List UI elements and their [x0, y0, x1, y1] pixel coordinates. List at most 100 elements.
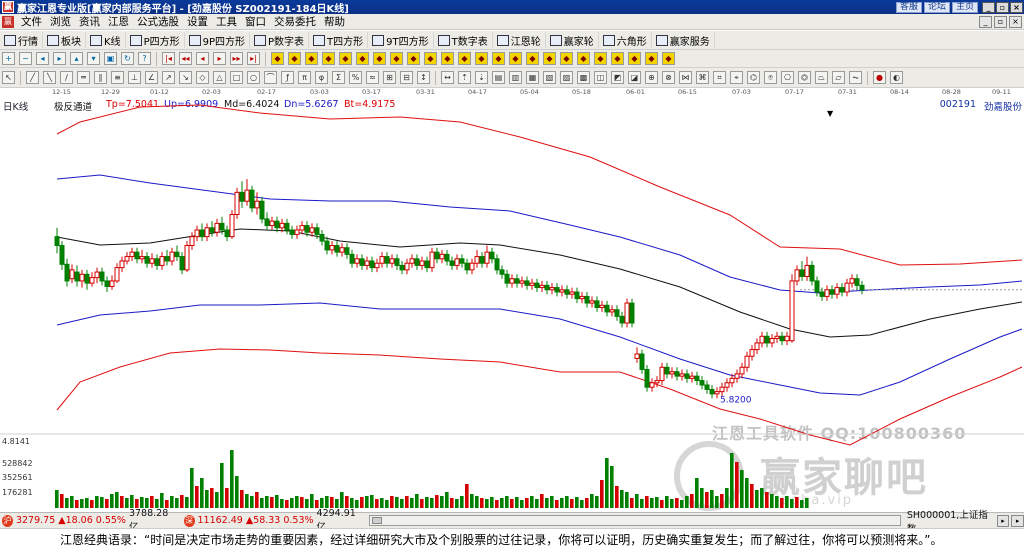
line-tool-icon[interactable]: ╱	[26, 71, 39, 84]
fit-icon[interactable]: ▣	[104, 52, 117, 65]
diamond-icon[interactable]: ◆	[305, 52, 318, 65]
diamond-icon[interactable]: ◆	[271, 52, 284, 65]
line-tool-icon[interactable]: ⊟	[400, 71, 413, 84]
arrow-up-icon[interactable]: ▴	[70, 52, 83, 65]
toolbar-button-0[interactable]: 行情	[0, 32, 43, 48]
diamond-icon[interactable]: ◆	[322, 52, 335, 65]
app-menu-icon[interactable]: 赢	[2, 15, 14, 28]
diamond-icon[interactable]: ◆	[424, 52, 437, 65]
first-icon[interactable]: |◂	[162, 52, 175, 65]
line-tool-icon[interactable]: ⊕	[645, 71, 658, 84]
line-tool-icon[interactable]: ƒ	[281, 71, 294, 84]
toolbar-button-3[interactable]: P四方形	[126, 32, 185, 48]
line-tool-icon[interactable]: ↘	[179, 71, 192, 84]
diamond-icon[interactable]: ◆	[356, 52, 369, 65]
zoom-out-icon[interactable]: −	[19, 52, 32, 65]
line-tool-icon[interactable]: ∥	[94, 71, 107, 84]
kline-chart[interactable]: 日K线 极反通道 Tp=7.5041 Up=6.9909 Md=6.4024 D…	[0, 97, 1024, 511]
diamond-icon[interactable]: ◆	[475, 52, 488, 65]
arrow-right-icon[interactable]: ▸	[53, 52, 66, 65]
line-tool-icon[interactable]: π	[298, 71, 311, 84]
menu-news[interactable]: 资讯	[75, 14, 104, 29]
line-tool-icon[interactable]: △	[213, 71, 226, 84]
toolbar-button-6[interactable]: T四方形	[309, 32, 369, 48]
menu-settings[interactable]: 设置	[183, 14, 212, 29]
line-tool-icon[interactable]: ▩	[577, 71, 590, 84]
line-tool-icon[interactable]: ▦	[526, 71, 539, 84]
child-minimize-icon[interactable]: _	[979, 15, 992, 28]
line-tool-icon[interactable]: ⋈	[679, 71, 692, 84]
toolbar-button-8[interactable]: T数字表	[434, 32, 493, 48]
line-tool-icon[interactable]: ◩	[611, 71, 624, 84]
zoom-in-icon[interactable]: +	[2, 52, 15, 65]
line-tool-icon[interactable]: %	[349, 71, 362, 84]
diamond-icon[interactable]: ◆	[458, 52, 471, 65]
forum-link[interactable]: 论坛	[923, 1, 950, 13]
toolbar-button-2[interactable]: K线	[86, 32, 126, 48]
diamond-icon[interactable]: ◆	[611, 52, 624, 65]
line-tool-icon[interactable]: ≡	[111, 71, 124, 84]
diamond-icon[interactable]: ◆	[628, 52, 641, 65]
line-tool-icon[interactable]: ∕	[60, 71, 73, 84]
line-tool-icon[interactable]: ⍟	[764, 71, 777, 84]
arrow-down-icon[interactable]: ▾	[87, 52, 100, 65]
line-tool-icon[interactable]: ⇣	[475, 71, 488, 84]
minimize-icon[interactable]: _	[982, 1, 995, 13]
line-tool-icon[interactable]: ⎔	[781, 71, 794, 84]
cursor-tool-icon[interactable]: ↖	[2, 71, 15, 84]
toolbar-button-4[interactable]: 9P四方形	[185, 32, 250, 48]
diamond-icon[interactable]: ◆	[509, 52, 522, 65]
diamond-icon[interactable]: ◆	[543, 52, 556, 65]
line-tool-icon[interactable]: □	[230, 71, 243, 84]
line-tool-icon[interactable]: ◇	[196, 71, 209, 84]
diamond-icon[interactable]: ◆	[645, 52, 658, 65]
service-link[interactable]: 客服	[895, 1, 922, 13]
menu-tools[interactable]: 工具	[212, 14, 241, 29]
toolbar-button-12[interactable]: 赢家服务	[652, 32, 715, 48]
line-tool-icon[interactable]: ⌖	[730, 71, 743, 84]
scroll-thumb[interactable]	[372, 517, 382, 524]
diamond-icon[interactable]: ◆	[288, 52, 301, 65]
menu-window[interactable]: 窗口	[241, 14, 270, 29]
toolbar-button-5[interactable]: P数字表	[250, 32, 310, 48]
diamond-icon[interactable]: ◆	[441, 52, 454, 65]
diamond-icon[interactable]: ◆	[407, 52, 420, 65]
help-icon[interactable]: ?	[138, 52, 151, 65]
line-tool-icon[interactable]: ○	[247, 71, 260, 84]
next-icon[interactable]: ▸▸	[230, 52, 243, 65]
line-tool-icon[interactable]: ▨	[560, 71, 573, 84]
close-icon[interactable]: ×	[1010, 1, 1023, 13]
line-tool-icon[interactable]: ⏢	[815, 71, 828, 84]
last-icon[interactable]: ▸|	[247, 52, 260, 65]
line-tool-icon[interactable]: ⌬	[747, 71, 760, 84]
prev-icon[interactable]: ◂◂	[179, 52, 192, 65]
home-link[interactable]: 主页	[951, 1, 978, 13]
color-tool-icon[interactable]: ●	[873, 71, 886, 84]
line-tool-icon[interactable]: ╲	[43, 71, 56, 84]
line-tool-icon[interactable]: ⏣	[798, 71, 811, 84]
diamond-icon[interactable]: ◆	[390, 52, 403, 65]
line-tool-icon[interactable]: ═	[77, 71, 90, 84]
toolbar-button-9[interactable]: 江恩轮	[493, 32, 546, 48]
line-tool-icon[interactable]: ⊥	[128, 71, 141, 84]
line-tool-icon[interactable]: Σ	[332, 71, 345, 84]
line-tool-icon[interactable]: ▥	[509, 71, 522, 84]
child-restore-icon[interactable]: ▫	[994, 15, 1007, 28]
diamond-icon[interactable]: ◆	[662, 52, 675, 65]
line-tool-icon[interactable]: ⌒	[264, 71, 277, 84]
line-tool-icon[interactable]: ⏥	[832, 71, 845, 84]
menu-trade[interactable]: 交易委托	[270, 14, 320, 29]
line-tool-icon[interactable]: ▤	[492, 71, 505, 84]
toolbar-button-7[interactable]: 9T四方形	[368, 32, 434, 48]
back-icon[interactable]: ◂	[196, 52, 209, 65]
menu-browse[interactable]: 浏览	[46, 14, 75, 29]
refresh-icon[interactable]: ↻	[121, 52, 134, 65]
diamond-icon[interactable]: ◆	[577, 52, 590, 65]
line-tool-icon[interactable]: φ	[315, 71, 328, 84]
toolbar-button-11[interactable]: 六角形	[599, 32, 652, 48]
diamond-icon[interactable]: ◆	[526, 52, 539, 65]
line-tool-icon[interactable]: ∠	[145, 71, 158, 84]
line-tool-icon[interactable]: ↕	[417, 71, 430, 84]
line-tool-icon[interactable]: ≈	[366, 71, 379, 84]
menu-file[interactable]: 文件	[17, 14, 46, 29]
